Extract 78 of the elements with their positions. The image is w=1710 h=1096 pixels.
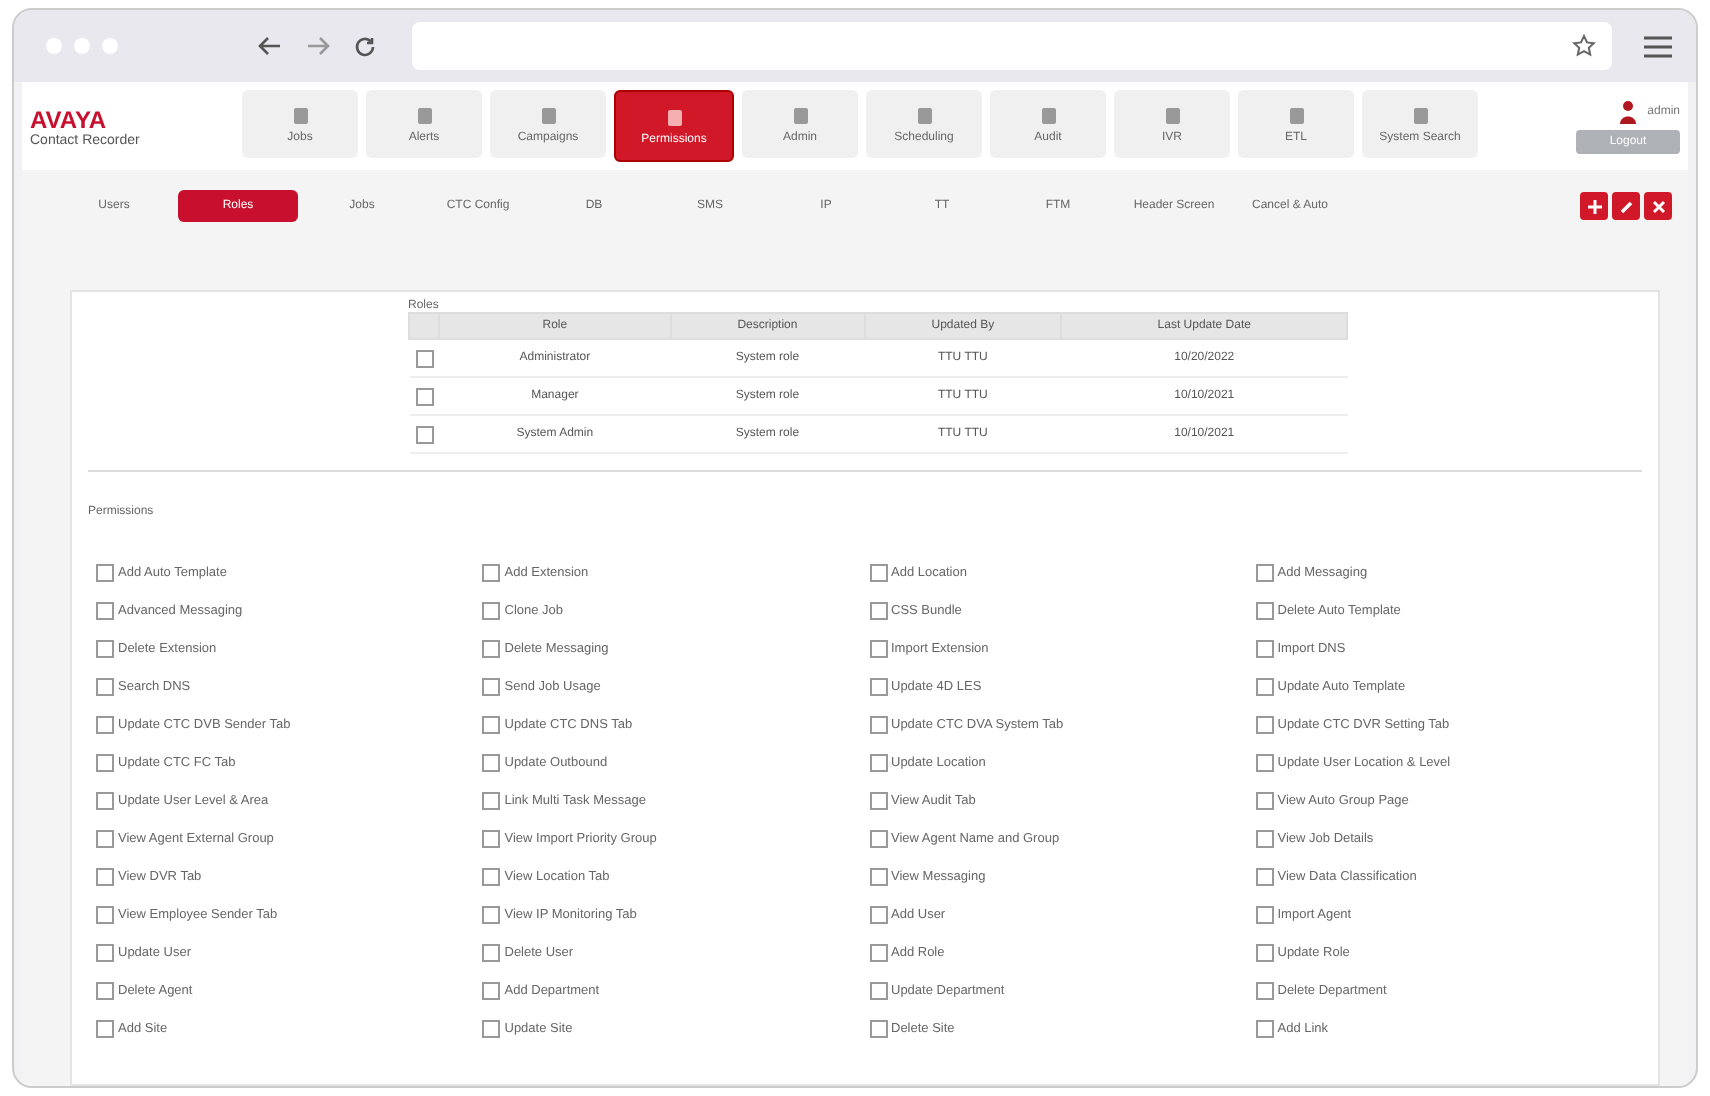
nav-icon [1287,105,1305,125]
checkbox[interactable] [869,677,887,695]
checkbox[interactable] [96,791,114,809]
checkbox[interactable] [1255,677,1274,695]
checkbox[interactable] [1255,1019,1274,1037]
checkbox[interactable] [482,639,501,657]
checkbox[interactable] [1255,829,1274,847]
back-icon[interactable] [258,36,282,56]
checkbox[interactable] [1255,791,1274,809]
checkbox[interactable] [869,829,887,847]
checkbox[interactable] [869,905,887,923]
close-icon [1651,199,1665,213]
checkbox[interactable] [96,639,114,657]
checkbox[interactable] [482,943,501,961]
checkbox[interactable] [96,943,114,961]
checkbox[interactable] [96,867,114,885]
checkbox[interactable] [1255,981,1274,999]
checkbox[interactable] [1255,905,1274,923]
nav-icon [539,105,557,125]
checkbox[interactable] [415,387,433,405]
checkbox[interactable] [869,1019,887,1037]
checkbox[interactable] [96,677,114,695]
checkbox[interactable] [1255,715,1274,733]
checkbox[interactable] [96,563,114,581]
checkbox[interactable] [415,349,433,367]
checkbox[interactable] [96,1019,114,1037]
checkbox[interactable] [96,829,114,847]
nav-icon [791,105,809,125]
checkbox[interactable] [96,753,114,771]
checkbox[interactable] [96,715,114,733]
nav-icon [1039,105,1057,125]
plus-icon [1587,199,1601,213]
checkbox[interactable] [1255,867,1274,885]
nav-icon [415,105,433,125]
checkbox[interactable] [1255,563,1274,581]
pencil-icon [1619,199,1633,213]
checkbox[interactable] [96,601,114,619]
menu-icon[interactable] [1644,35,1672,57]
checkbox[interactable] [482,715,501,733]
delete-button[interactable] [1644,192,1672,220]
nav-icon [1411,105,1429,125]
checkbox[interactable] [482,867,501,885]
checkbox[interactable] [869,867,887,885]
edit-button[interactable] [1612,192,1640,220]
checkbox[interactable] [1255,639,1274,657]
checkbox[interactable] [482,677,501,695]
checkbox[interactable] [869,715,887,733]
checkbox[interactable] [869,601,887,619]
checkbox[interactable] [482,601,501,619]
checkbox[interactable] [482,791,501,809]
checkbox[interactable] [482,829,501,847]
reload-icon[interactable] [354,35,376,57]
checkbox[interactable] [96,981,114,999]
user-icon [1619,99,1636,123]
checkbox[interactable] [869,639,887,657]
checkbox[interactable] [1255,753,1274,771]
checkbox[interactable] [1255,943,1274,961]
checkbox[interactable] [869,981,887,999]
nav-icon [291,105,309,125]
add-button[interactable] [1580,192,1608,220]
checkbox[interactable] [482,905,501,923]
checkbox[interactable] [869,753,887,771]
nav-icon [665,107,683,127]
star-icon[interactable] [1572,34,1596,58]
checkbox[interactable] [482,1019,501,1037]
checkbox[interactable] [482,563,501,581]
nav-icon [1163,105,1181,125]
checkbox[interactable] [869,943,887,961]
checkbox[interactable] [415,425,433,443]
checkbox[interactable] [869,791,887,809]
checkbox[interactable] [869,563,887,581]
nav-icon [915,105,933,125]
checkbox[interactable] [482,753,501,771]
checkbox[interactable] [1255,601,1274,619]
checkbox[interactable] [96,905,114,923]
forward-icon[interactable] [306,36,330,56]
logo: AVAYA [30,105,109,133]
checkbox[interactable] [482,981,501,999]
